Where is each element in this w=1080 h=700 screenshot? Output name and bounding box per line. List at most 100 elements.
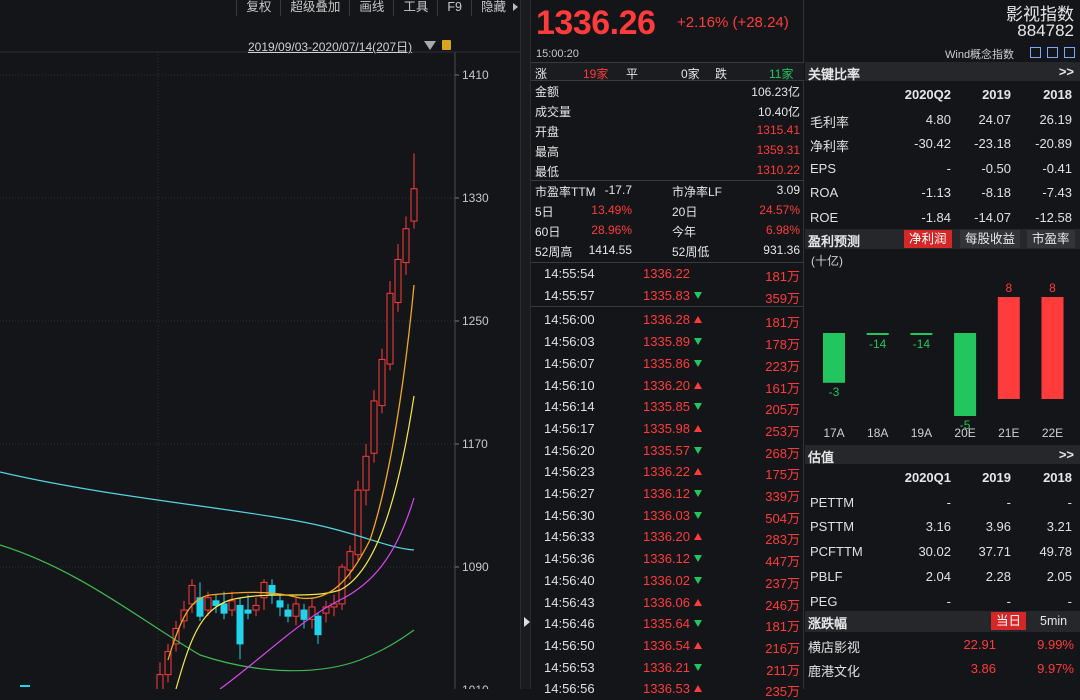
lock-icon[interactable] <box>442 40 451 50</box>
tick-price: 1336.03 <box>643 507 690 523</box>
tick-volume: 235万 <box>765 684 800 700</box>
candle-body <box>292 603 300 617</box>
forecast-category-label: 20E <box>954 426 975 440</box>
tick-price: 1336.20 <box>643 377 690 393</box>
table-header-row: 2020Q2 2019 2018 <box>805 83 1080 107</box>
tick-row[interactable]: 14:56:03 1335.89 178万 <box>531 331 804 353</box>
valuation-more-button[interactable]: >> <box>1059 447 1074 462</box>
tick-price: 1336.06 <box>643 594 690 610</box>
valuation-title: 估值 <box>808 450 835 465</box>
tick-row[interactable]: 14:56:14 1335.85 205万 <box>531 396 804 418</box>
pair-value: 1414.55 <box>588 243 632 257</box>
mover-name: 横店影视 <box>808 640 861 655</box>
table-cell: 4.80 <box>925 111 951 127</box>
forecast-header: 盈利预测 净利润 每股收益 市盈率 <box>805 229 1080 249</box>
forecast-unit-label: (十亿) <box>811 253 843 268</box>
ratios-more-button[interactable]: >> <box>1059 64 1074 79</box>
table-cell: -20.89 <box>1035 136 1072 151</box>
movers-title: 涨跌幅 <box>808 616 848 631</box>
candle-body <box>284 609 292 617</box>
tick-price: 1336.20 <box>643 529 690 545</box>
tick-row[interactable]: 14:56:43 1336.06 246万 <box>531 592 804 614</box>
quote-pair-row: 60日 28.96% 今年 6.98% <box>531 221 804 240</box>
price-change: +2.16% (+28.24) <box>677 14 789 31</box>
down-label: 跌 <box>715 67 728 81</box>
tick-volume: 223万 <box>765 358 800 374</box>
tick-row[interactable]: 14:56:36 1336.12 447万 <box>531 548 804 570</box>
tab-today[interactable]: 当日 <box>991 612 1027 630</box>
table-row: PEG - - - <box>805 590 1080 614</box>
dropdown-triangle-icon[interactable] <box>424 41 436 50</box>
edit-icon[interactable] <box>1030 47 1041 58</box>
tick-price: 1336.12 <box>643 551 690 567</box>
quote-row-value: 1315.41 <box>756 123 800 137</box>
tick-price: 1335.57 <box>643 442 690 458</box>
tick-volume: 504万 <box>765 510 800 526</box>
tick-row[interactable]: 14:56:10 1336.20 161万 <box>531 375 804 397</box>
tab-eps[interactable]: 每股收益 <box>960 230 1021 248</box>
tick-row[interactable]: 14:55:57 1335.83 359万 <box>531 285 804 307</box>
table-row-label: EPS <box>810 160 837 176</box>
mover-row[interactable]: 鹿港文化 3.86 9.97% <box>805 657 1080 681</box>
table-cell: 49.78 <box>1039 544 1072 560</box>
candle-body <box>212 600 220 606</box>
tick-row[interactable]: 14:56:50 1336.54 216万 <box>531 635 804 657</box>
tick-volume: 216万 <box>765 640 800 656</box>
price-tick-label: 1010 <box>462 683 489 689</box>
kline-chart[interactable]: 1410 1330 1250 1170 1090 1010 <box>0 0 520 689</box>
tick-price: 1336.21 <box>643 659 690 675</box>
price-tick-label: 1330 <box>462 191 489 205</box>
table-cell: 24.07 <box>978 111 1011 127</box>
tick-volume: 246万 <box>765 597 800 613</box>
tick-row[interactable]: 14:56:20 1335.57 268万 <box>531 440 804 462</box>
tick-volume: 161万 <box>765 380 800 396</box>
table-row-label: PSTTM <box>810 519 855 535</box>
candle-body <box>346 551 354 571</box>
candle-body <box>228 600 236 611</box>
valuation-header[interactable]: 估值 >> <box>805 445 1080 465</box>
tab-pe[interactable]: 市盈率 <box>1027 230 1075 248</box>
collapse-arrow-icon[interactable] <box>524 617 530 627</box>
tick-volume: 175万 <box>765 467 800 483</box>
tick-volume: 283万 <box>765 532 800 548</box>
tick-row[interactable]: 14:55:54 1336.22 181万 <box>531 263 804 285</box>
tick-price: 1335.89 <box>643 334 690 350</box>
tab-5min[interactable]: 5min <box>1035 612 1073 630</box>
up-count: 19家 <box>583 67 609 81</box>
table-row: ROA -1.13 -8.18 -7.43 <box>805 181 1080 205</box>
kline-chart-panel[interactable]: 复权 超级叠加 画线 工具 F9 隐藏 1410 1330 1250 1170 1090… <box>0 0 520 689</box>
candle-body <box>204 597 212 611</box>
tick-row[interactable]: 14:56:53 1336.21 211万 <box>531 657 804 679</box>
table-row-label: PEG <box>810 593 838 609</box>
add-icon[interactable] <box>1064 47 1075 58</box>
candle-body <box>220 603 228 614</box>
tick-row[interactable]: 14:56:33 1336.20 283万 <box>531 526 804 548</box>
table-header-cell: 2018 <box>1043 470 1072 485</box>
tick-row[interactable]: 14:56:56 1336.53 235万 <box>531 678 804 700</box>
table-cell: - <box>1006 494 1011 510</box>
forecast-bar <box>997 297 1020 399</box>
table-cell: -30.42 <box>914 136 951 151</box>
mover-row[interactable]: 横店影视 22.91 9.99% <box>805 633 1080 657</box>
table-cell: 37.71 <box>978 544 1011 560</box>
alert-icon[interactable] <box>1047 47 1058 58</box>
tick-row[interactable]: 14:56:46 1335.64 181万 <box>531 613 804 635</box>
ratios-header[interactable]: 关键比率 >> <box>805 62 1080 82</box>
date-range-link[interactable]: 2019/09/03-2020/07/14(207日) <box>248 38 412 55</box>
tick-row[interactable]: 14:56:07 1335.86 223万 <box>531 353 804 375</box>
tick-price: 1336.12 <box>643 486 690 501</box>
tick-row[interactable]: 14:56:17 1335.98 253万 <box>531 418 804 440</box>
tick-row[interactable]: 14:56:30 1336.03 504万 <box>531 505 804 527</box>
tick-volume: 178万 <box>765 337 800 353</box>
price-tick-label: 1410 <box>462 68 489 82</box>
tab-net-profit[interactable]: 净利润 <box>904 230 952 248</box>
panel-divider[interactable] <box>520 0 531 689</box>
tick-row[interactable]: 14:56:23 1336.22 175万 <box>531 461 804 483</box>
forecast-category-label: 18A <box>867 426 888 440</box>
tick-time: 14:56:17 <box>544 420 595 436</box>
tick-price: 1335.86 <box>643 355 690 371</box>
tick-row[interactable]: 14:56:00 1336.28 181万 <box>531 309 804 331</box>
tick-time: 14:56:53 <box>544 659 595 675</box>
tick-row[interactable]: 14:56:40 1336.02 237万 <box>531 570 804 592</box>
tick-row[interactable]: 14:56:27 1336.12 339万 <box>531 483 804 505</box>
